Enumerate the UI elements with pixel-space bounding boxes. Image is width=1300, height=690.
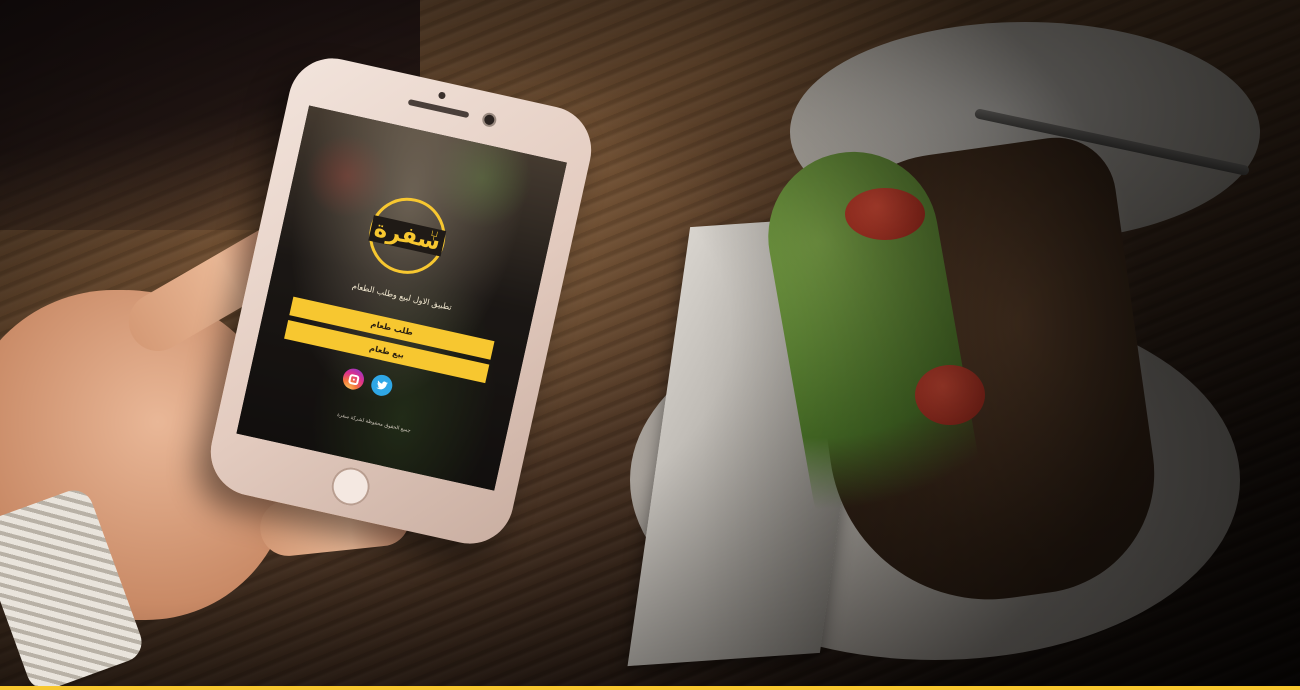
fork-icon: ⑂ xyxy=(428,227,440,246)
home-button[interactable] xyxy=(327,463,374,510)
twitter-bird xyxy=(376,380,388,390)
background-photo: سفرة ⑂ تطبيق الاول لبيع وطلب الطعام طلب … xyxy=(0,0,1300,690)
front-camera xyxy=(483,113,496,126)
bottom-accent-bar xyxy=(0,686,1300,690)
app-screen: سفرة ⑂ تطبيق الاول لبيع وطلب الطعام طلب … xyxy=(236,105,567,491)
instagram-glyph xyxy=(347,373,360,386)
speaker xyxy=(407,98,470,119)
proximity-sensor xyxy=(437,91,447,100)
